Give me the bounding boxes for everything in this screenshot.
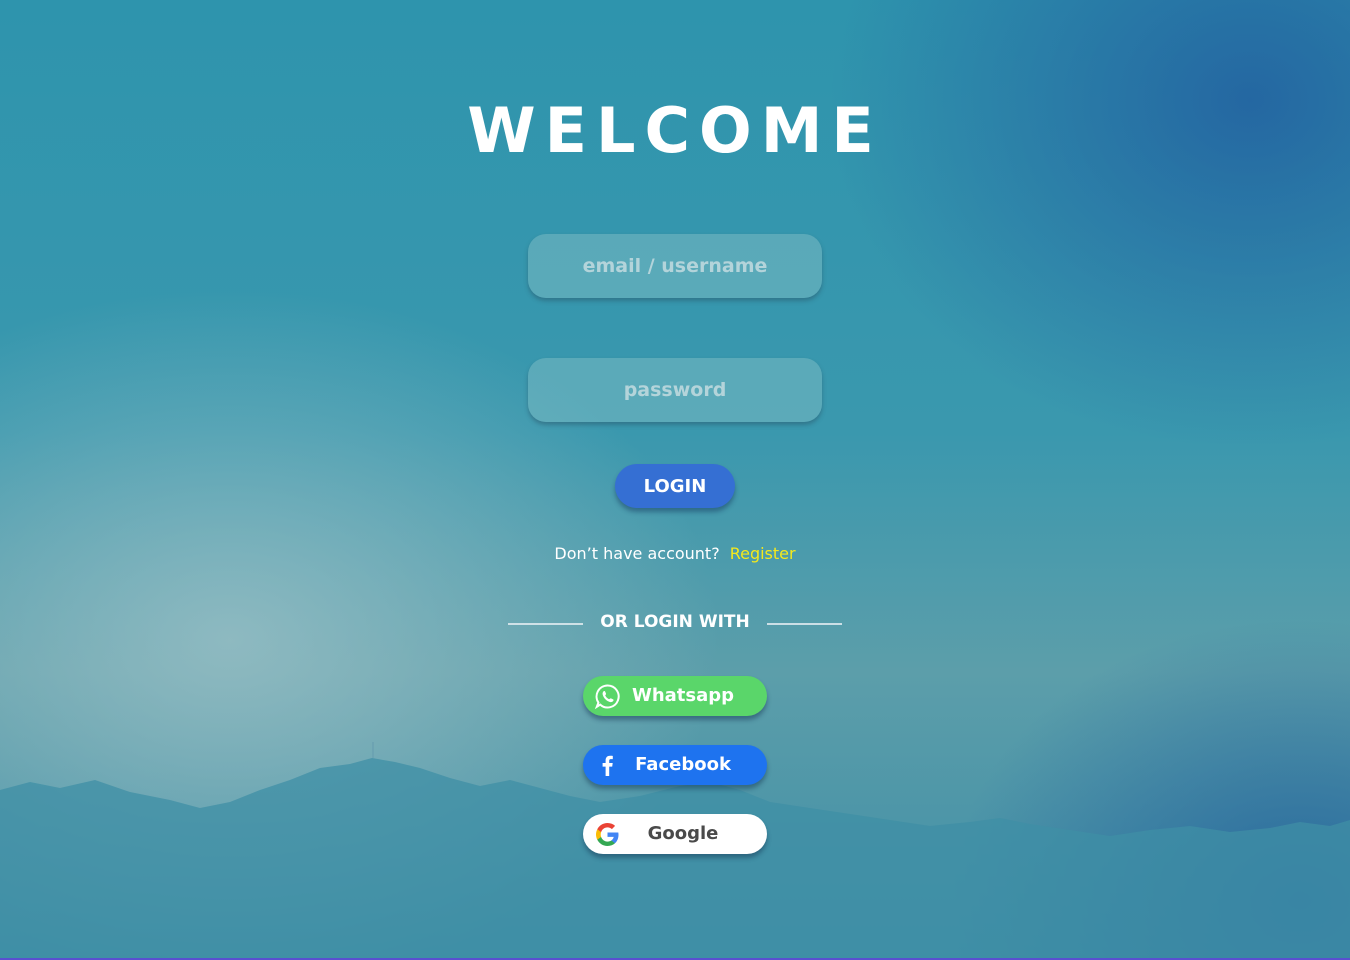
password-field[interactable] (528, 358, 822, 422)
register-prompt: Don’t have account? Register (0, 544, 1350, 563)
divider-line-left (508, 623, 583, 625)
login-button[interactable]: LOGIN (615, 464, 735, 508)
facebook-login-button[interactable]: Facebook (583, 745, 767, 785)
social-divider-text: OR LOGIN WITH (600, 612, 750, 632)
google-login-button[interactable]: Google (583, 814, 767, 854)
register-question: Don’t have account? (554, 544, 720, 563)
divider-line-right (767, 623, 842, 625)
register-link[interactable]: Register (730, 544, 796, 563)
whatsapp-login-button[interactable]: Whatsapp (583, 676, 767, 716)
facebook-label: Facebook (635, 754, 731, 775)
whatsapp-label: Whatsapp (631, 685, 735, 706)
google-label: Google (647, 823, 719, 844)
email-field[interactable] (528, 234, 822, 298)
page-title: WELCOME (467, 94, 883, 167)
